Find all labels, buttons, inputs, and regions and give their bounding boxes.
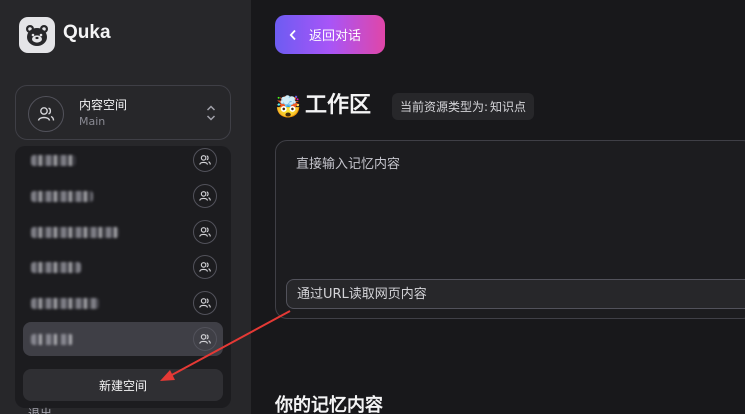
users-icon — [28, 96, 64, 132]
users-icon — [193, 148, 217, 172]
users-icon — [193, 291, 217, 315]
space-item-name-redacted — [31, 155, 76, 166]
users-icon — [193, 184, 217, 208]
space-item-name-redacted — [31, 262, 81, 273]
sidebar: Quka 内容空间 Main 新建空间 退出 — [0, 0, 251, 414]
sidebar-bottom-item[interactable]: 退出 — [28, 408, 52, 414]
memory-editor[interactable]: 直接输入记忆内容 — [275, 140, 745, 319]
space-name: 内容空间 — [79, 98, 128, 112]
space-item[interactable] — [23, 286, 223, 320]
space-item[interactable] — [23, 215, 223, 249]
space-subtitle: Main — [79, 115, 106, 128]
users-icon — [193, 255, 217, 279]
back-button-label: 返回对话 — [309, 29, 362, 44]
bear-icon — [19, 17, 55, 53]
space-item[interactable] — [23, 146, 223, 177]
space-item-name-redacted — [31, 298, 99, 309]
space-item-name-redacted — [31, 191, 93, 202]
new-space-button[interactable]: 新建空间 — [23, 369, 223, 401]
resource-type-badge: 当前资源类型为: 知识点 — [392, 93, 535, 120]
chevron-up-down-icon — [206, 104, 216, 126]
users-icon — [193, 220, 217, 244]
space-selector[interactable]: 内容空间 Main — [15, 85, 231, 140]
space-item[interactable] — [23, 179, 223, 213]
space-item-name-redacted — [31, 334, 73, 345]
space-dropdown: 新建空间 — [15, 146, 231, 408]
resource-type-value: 知识点 — [490, 100, 527, 114]
memories-title: 你的记忆内容 — [275, 395, 383, 414]
resource-type-label: 当前资源类型为: — [400, 100, 489, 114]
workspace-title: 工作区 — [305, 93, 372, 118]
users-icon — [193, 327, 217, 351]
memory-editor-placeholder: 直接输入记忆内容 — [296, 157, 401, 172]
back-to-chat-button[interactable]: 返回对话 — [275, 15, 385, 54]
app-name: Quka — [63, 22, 111, 43]
space-item[interactable] — [23, 322, 223, 356]
chevron-left-icon — [289, 29, 297, 41]
space-item[interactable] — [23, 250, 223, 284]
exploding-head-icon: 🤯 — [275, 95, 302, 119]
space-item-name-redacted — [31, 227, 119, 238]
url-input[interactable] — [286, 279, 745, 309]
